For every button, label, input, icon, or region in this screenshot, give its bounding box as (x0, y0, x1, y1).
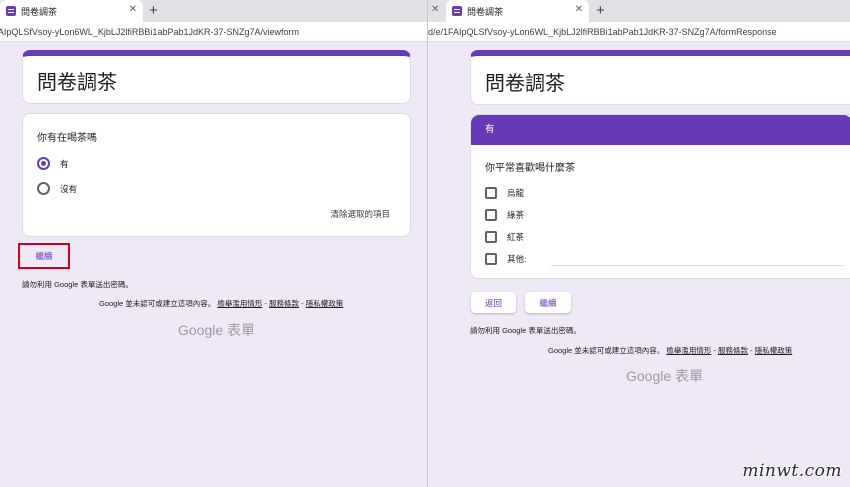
google-forms-logo[interactable]: Google 表單 (626, 366, 703, 386)
disclaimer-text: Google 並未認可或建立這項內容。 (99, 299, 216, 308)
close-tab-icon[interactable]: ✕ (431, 4, 439, 15)
new-tab-icon[interactable]: + (596, 2, 605, 20)
close-tab-icon[interactable]: ✕ (575, 4, 583, 15)
password-note: 請勿利用 Google 表單送出密碼。 (22, 280, 133, 289)
option-green-tea[interactable]: 綠茶 (485, 209, 524, 221)
privacy-link[interactable]: 隱私權政策 (306, 299, 344, 308)
form-title: 問卷調茶 (485, 73, 565, 95)
next-button[interactable]: 繼續 (525, 292, 571, 313)
password-note: 請勿利用 Google 表單送出密碼。 (470, 326, 581, 335)
option-other[interactable]: 其他: (485, 253, 526, 265)
url-text: fAIpQLSfVsoy-yLon6WL_KjbLJ2lfiRBBi1abPab… (0, 27, 299, 37)
option-yes[interactable]: 有 (37, 157, 69, 170)
left-browser-window: 問卷調茶 ✕ + fAIpQLSfVsoy-yLon6WL_KjbLJ2lfiR… (0, 0, 427, 487)
browser-tab[interactable]: 問卷調茶 ✕ (446, 0, 589, 22)
option-label: 烏龍 (507, 188, 525, 198)
separator: - (299, 299, 306, 308)
highlight-annotation-box (18, 243, 70, 269)
form-title-card: 問卷調茶 (470, 50, 850, 105)
url-text: d/e/1FAIpQLSfVsoy-yLon6WL_KjbLJ2lfiRBBi1… (428, 27, 777, 37)
form-title: 問卷調茶 (37, 72, 117, 94)
checkbox-icon[interactable] (485, 253, 497, 265)
option-black-tea[interactable]: 紅茶 (485, 231, 524, 243)
disclaimer: Google 並未認可或建立這項內容。 檢舉濫用情形 - 服務條款 - 隱私權政… (548, 345, 792, 356)
right-browser-window: ✕ 問卷調茶 ✕ + d/e/1FAIpQLSfVsoy-yLon6WL_Kjb… (427, 0, 850, 487)
disclaimer-text: Google 並未認可或建立這項內容。 (548, 346, 665, 355)
section-card: 有 你平常喜歡喝什麼茶 烏龍 綠茶 紅茶 其他: (470, 114, 850, 279)
tab-title: 問卷調茶 (21, 6, 58, 17)
radio-selected-icon[interactable] (37, 157, 50, 170)
question-title: 你有在喝茶嗎 (37, 133, 97, 144)
tab-title: 問卷調茶 (467, 6, 504, 17)
site-watermark: minwt.com (742, 461, 842, 481)
option-label: 紅茶 (507, 232, 525, 242)
question-card: 你有在喝茶嗎 有 沒有 清除選取的項目 (22, 113, 411, 237)
new-tab-icon[interactable]: + (149, 2, 158, 20)
option-oolong[interactable]: 烏龍 (485, 187, 524, 199)
clear-selection-link[interactable]: 清除選取的項目 (330, 208, 390, 220)
separator: - (748, 346, 755, 355)
radio-unselected-icon[interactable] (37, 182, 50, 195)
terms-link[interactable]: 服務條款 (269, 299, 299, 308)
disclaimer: Google 並未認可或建立這項內容。 檢舉濫用情形 - 服務條款 - 隱私權政… (99, 298, 343, 309)
terms-link[interactable]: 服務條款 (718, 346, 748, 355)
back-button[interactable]: 返回 (471, 292, 516, 313)
option-label: 綠茶 (507, 210, 525, 220)
form-title-card: 問卷調茶 (22, 50, 411, 104)
address-bar[interactable]: fAIpQLSfVsoy-yLon6WL_KjbLJ2lfiRBBi1abPab… (0, 22, 427, 42)
checkbox-icon[interactable] (485, 231, 497, 243)
tab-bar: 問卷調茶 ✕ + (0, 0, 427, 22)
question-title: 你平常喜歡喝什麼茶 (485, 163, 575, 174)
option-label: 其他: (507, 254, 527, 264)
google-forms-favicon-icon (6, 6, 16, 16)
google-forms-favicon-icon (452, 6, 462, 16)
checkbox-icon[interactable] (485, 209, 497, 221)
option-label: 沒有 (60, 183, 78, 194)
close-tab-icon[interactable]: ✕ (129, 4, 137, 15)
other-text-input[interactable] (551, 265, 843, 266)
report-abuse-link[interactable]: 檢舉濫用情形 (666, 346, 711, 355)
checkbox-icon[interactable] (485, 187, 497, 199)
privacy-link[interactable]: 隱私權政策 (755, 346, 793, 355)
address-bar[interactable]: d/e/1FAIpQLSfVsoy-yLon6WL_KjbLJ2lfiRBBi1… (428, 22, 850, 42)
tab-bar: ✕ 問卷調茶 ✕ + (428, 0, 850, 22)
google-forms-logo[interactable]: Google 表單 (178, 320, 255, 340)
browser-tab[interactable]: 問卷調茶 ✕ (0, 0, 143, 22)
section-header: 有 (471, 115, 850, 145)
option-no[interactable]: 沒有 (37, 182, 77, 195)
option-label: 有 (60, 158, 69, 169)
report-abuse-link[interactable]: 檢舉濫用情形 (217, 299, 262, 308)
